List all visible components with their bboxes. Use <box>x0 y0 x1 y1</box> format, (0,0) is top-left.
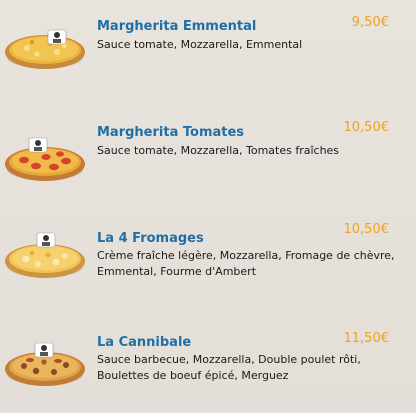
pizza-menu: Margherita Emmental 9,50€ Sauce tomate, … <box>0 0 416 411</box>
pizza-name[interactable]: Margherita Emmental <box>97 19 256 34</box>
pizza-description: Sauce tomate, Mozzarella, Emmental <box>97 38 303 51</box>
menu-item[interactable]: La Cannibale 11,50€ Sauce barbecue, Mozz… <box>0 313 416 413</box>
pizza-name[interactable]: Margherita Tomates <box>97 125 244 140</box>
pizza-image[interactable] <box>2 223 88 283</box>
menu-item[interactable]: Margherita Tomates 10,50€ Sauce tomate, … <box>0 104 416 204</box>
pizza-description: Sauce barbecue, Mozzarella, Double poule… <box>97 353 361 382</box>
pizza-name[interactable]: La Cannibale <box>97 335 191 350</box>
pizza-price: 11,50€ <box>343 331 390 346</box>
pizza-description: Crème fraîche légère, Mozzarella, Fromag… <box>97 249 395 278</box>
pizza-description: Sauce tomate, Mozzarella, Tomates fraîch… <box>97 144 340 157</box>
menu-item[interactable]: Margherita Emmental 9,50€ Sauce tomate, … <box>0 0 416 100</box>
pizza-image[interactable] <box>2 126 88 186</box>
pizza-price: 10,50€ <box>343 120 390 135</box>
pizza-price: 9,50€ <box>351 15 389 30</box>
pizza-name[interactable]: La 4 Fromages <box>97 231 204 246</box>
menu-item[interactable]: La 4 Fromages 10,50€ Crème fraîche légèr… <box>0 209 416 309</box>
pizza-image[interactable] <box>2 14 88 74</box>
pizza-price: 10,50€ <box>343 222 390 237</box>
pizza-image[interactable] <box>2 331 88 391</box>
